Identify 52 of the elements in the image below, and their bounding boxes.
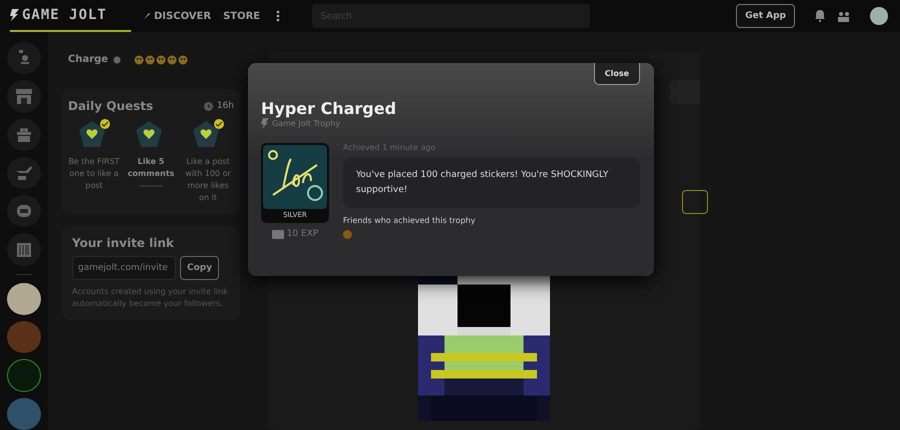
charge-label: Charge <box>68 54 108 65</box>
nav-link[interactable]: DISCOVER <box>143 10 212 22</box>
sticker-icon <box>145 54 156 64</box>
invite-note: Accounts created using your invite link automatically become your followers. <box>72 286 229 310</box>
quest-item[interactable]: Like 5 comments <box>125 119 177 204</box>
quests-title: Daily Quests <box>68 99 154 113</box>
quest-text: Like a post with 100 or more likes on it <box>184 156 232 204</box>
friends-label: Friends who achieved this trophy <box>343 216 476 225</box>
anvil-icon <box>16 166 32 180</box>
sticker-icon <box>178 54 188 64</box>
copy-button[interactable]: Copy <box>180 256 220 280</box>
gift-icon <box>17 128 31 142</box>
quest-text: Be the FIRST one to like a post <box>68 156 120 192</box>
quest-timer: 16h <box>216 101 234 111</box>
exp-value: 10 EXP <box>286 229 318 239</box>
logo-text[interactable]: GAME JOLT <box>22 7 107 23</box>
store-icon <box>16 88 32 104</box>
sticker-icon <box>167 54 178 64</box>
rail-button[interactable] <box>7 80 41 113</box>
more-icon[interactable] <box>276 10 280 22</box>
friend-avatar[interactable] <box>343 230 352 239</box>
trophy-title: Hyper Charged <box>261 99 398 118</box>
exp-icon <box>272 230 284 238</box>
bolt-icon <box>10 9 19 21</box>
quest-text: Like 5 comments <box>126 156 176 180</box>
trophy-artwork-drawing <box>263 145 327 209</box>
sticker-icon <box>134 54 144 64</box>
community-avatar[interactable] <box>7 282 41 316</box>
rail-button[interactable] <box>7 42 41 74</box>
bolt-icon <box>261 118 269 129</box>
user-avatar[interactable] <box>870 7 888 25</box>
chat-icon <box>17 204 31 218</box>
rail-button[interactable] <box>7 195 41 228</box>
close-button[interactable]: Close <box>594 63 640 85</box>
get-app-button[interactable]: Get App <box>736 4 795 28</box>
help-icon[interactable] <box>113 56 122 64</box>
barcode-icon <box>17 242 31 257</box>
trophy-description: You've placed 100 charged stickers! You're SHOCKINGLY supportive! <box>343 158 640 208</box>
rail-button[interactable] <box>7 118 41 151</box>
person-icon <box>18 50 30 66</box>
invite-link-field[interactable]: gamejolt.com/invite <box>72 256 176 280</box>
rail-button[interactable] <box>7 233 41 266</box>
friends-icon[interactable] <box>837 10 850 22</box>
dropdown-button[interactable] <box>682 190 708 214</box>
sticker-icon <box>156 54 166 64</box>
community-avatar[interactable] <box>7 359 41 392</box>
trophy-type: Game Jolt Trophy <box>272 119 340 128</box>
nav-link[interactable]: STORE <box>223 10 260 22</box>
clock-icon <box>204 102 213 110</box>
invite-title: Your invite link <box>72 236 175 250</box>
bell-icon[interactable] <box>815 10 825 22</box>
rail-button[interactable] <box>7 156 41 190</box>
